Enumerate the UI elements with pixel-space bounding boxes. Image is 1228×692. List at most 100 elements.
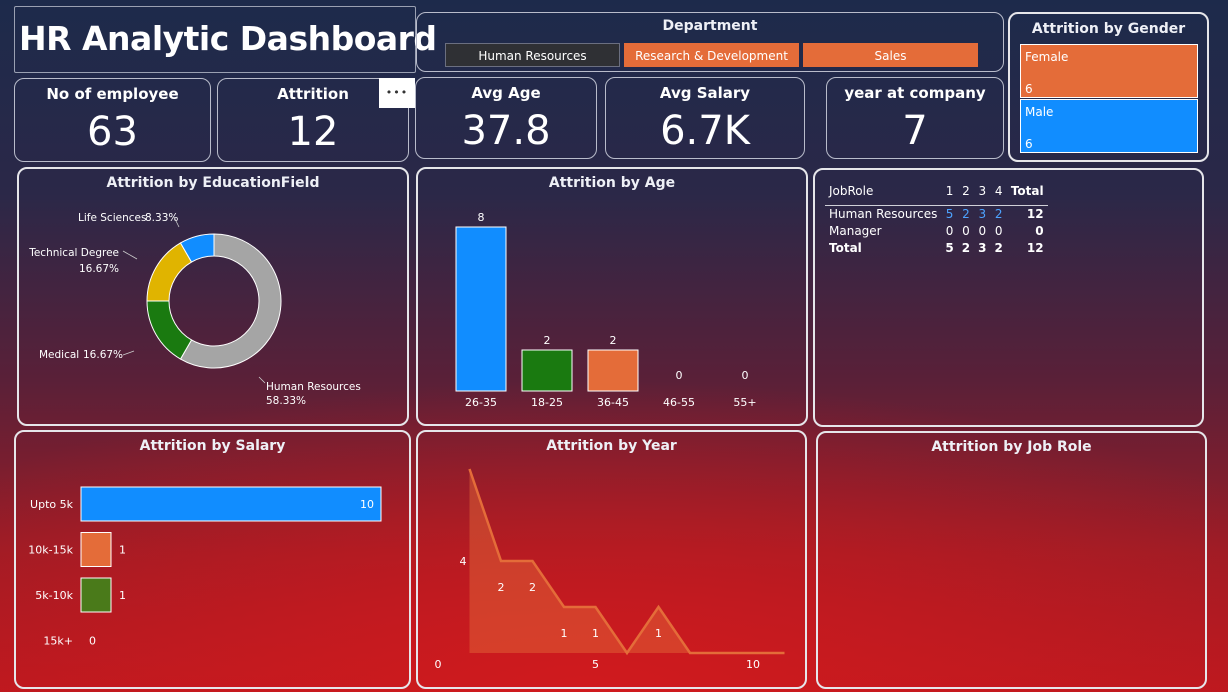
kpi-avg-age-label: Avg Age [471, 84, 541, 102]
matrix-row[interactable]: Human Resources 5 2 3 2 12 [825, 204, 1048, 222]
salary-panel: Attrition by Salary Upto 5k 10 10k-15k 1 5k-… [14, 430, 411, 689]
salary-bar [80, 532, 112, 567]
jobrole-matrix-panel: JobRole 1 2 3 4 Total Human Resources 5 2 3 2 12 Man… [813, 168, 1204, 427]
year-point-label: 2 [498, 581, 505, 594]
matrix-cell: 0 [994, 223, 1003, 238]
matrix-header-cell: 3 [978, 183, 987, 198]
year-point-label: 4 [460, 555, 467, 568]
age-bar-36-45 [587, 349, 639, 392]
matrix-cell: 5 [941, 204, 958, 222]
matrix-cell: 2 [961, 240, 971, 255]
kpi-employees-value: 63 [87, 109, 138, 155]
slicer-option-human-resources[interactable]: Human Resources [445, 43, 620, 67]
year-axis-tick: 0 [435, 658, 442, 671]
matrix-header-cell: 4 [994, 183, 1003, 198]
donut-label-hr-name: Human Resources [266, 381, 361, 393]
age-bar-value: 8 [478, 211, 485, 224]
donut-slice-medical [146, 300, 193, 360]
matrix-cell: 3 [978, 240, 987, 255]
gender-value-male: 6 [1025, 137, 1033, 151]
age-axis-tick: 36-45 [597, 396, 629, 409]
salary-bar-value: 1 [119, 589, 126, 602]
donut-label-tech-name: Technical Degree [28, 247, 119, 259]
salary-bar-value: 0 [89, 635, 96, 648]
age-bar-value: 2 [610, 334, 617, 347]
matrix-cell: 5 [945, 240, 954, 255]
kpi-avg-salary-value: 6.7K [660, 108, 750, 154]
education-donut-chart: Human Resources 58.33% Medical 16.67% Techni… [28, 212, 361, 407]
age-axis-tick: 18-25 [531, 396, 563, 409]
kpi-attrition-value: 12 [287, 109, 339, 155]
gender-label-female: Female [1025, 50, 1069, 64]
department-slicer: Department Human Resources Research & De… [416, 12, 1004, 72]
matrix-row[interactable]: Manager 0 0 0 0 0 [825, 222, 1048, 239]
matrix-row[interactable]: Total 5 2 3 2 12 [825, 239, 1048, 256]
title-panel: HR Analytic Dashboard [14, 6, 437, 73]
kpi-avg-salary-label: Avg Salary [659, 84, 751, 102]
kpi-avg-age-value: 37.8 [461, 108, 551, 154]
year-axis-tick: 10 [746, 658, 760, 671]
age-axis-tick: 26-35 [465, 396, 497, 409]
matrix-header-cell: JobRole [829, 183, 874, 198]
gender-bar-female[interactable]: Female 6 [1020, 44, 1198, 98]
age-bar-value: 0 [742, 369, 749, 382]
donut-leader-line [258, 376, 266, 384]
matrix-cell: Human Resources [825, 204, 942, 222]
donut-leader-line [122, 350, 135, 356]
matrix-cell: 2 [990, 204, 1007, 222]
salary-bar [80, 577, 112, 613]
year-point-label: 1 [655, 627, 662, 640]
age-bar-26-35 [455, 226, 507, 392]
salary-bar-chart: Upto 5k 10 10k-15k 1 5k-10k 1 15k+ 0 [28, 486, 382, 648]
kpi-years-label: year at company [844, 84, 986, 102]
matrix-cell: 0 [1035, 223, 1044, 238]
slicer-option-sales[interactable]: Sales [803, 43, 978, 67]
jobrole-chart-panel: Attrition by Job Role [816, 431, 1207, 689]
donut-slice-technical-degree [146, 242, 193, 302]
matrix-header-cell: Total [1010, 183, 1044, 198]
slicer-option-research-development[interactable]: Research & Development [624, 43, 799, 67]
department-slicer-title: Department [662, 18, 758, 34]
matrix-cell: 12 [1006, 204, 1048, 222]
age-bar-value: 2 [544, 334, 551, 347]
gender-bar-male[interactable]: Male 6 [1020, 99, 1198, 153]
matrix-cell: 0 [945, 223, 954, 238]
year-point-label: 2 [529, 581, 536, 594]
gender-value-female: 6 [1025, 82, 1033, 96]
donut-label-hr-pct: 58.33% [266, 395, 306, 407]
kpi-years: year at company 7 [826, 77, 1004, 159]
donut-label-medical-pct: 16.67% [83, 349, 123, 361]
kpi-years-value: 7 [902, 108, 928, 154]
matrix-header-cell: 1 [945, 183, 954, 198]
year-area-chart: 42 21 1 10 5 10 [435, 468, 785, 671]
matrix-cell: 0 [978, 223, 987, 238]
kpi-avg-age: Avg Age 37.8 [415, 77, 597, 159]
salary-bar-value: 1 [119, 544, 126, 557]
donut-label-life-name: Life Sciences [78, 212, 146, 224]
salary-axis-label: 5k-10k [35, 589, 73, 602]
education-panel: Attrition by EducationField Human Resour… [17, 167, 409, 426]
age-bar-value: 0 [676, 369, 683, 382]
age-bar-18-25 [521, 349, 573, 392]
age-axis-tick: 55+ [733, 396, 756, 409]
year-point-label: 1 [561, 627, 568, 640]
gender-label-male: Male [1025, 105, 1054, 119]
kpi-employees: No of employee 63 [14, 78, 211, 162]
matrix-header-cell: 2 [962, 183, 970, 198]
salary-bar [80, 486, 382, 522]
kpi-avg-salary: Avg Salary 6.7K [605, 77, 805, 159]
salary-axis-label: 15k+ [43, 635, 73, 648]
more-options-button[interactable]: ••• [379, 78, 415, 108]
jobrole-matrix: JobRole 1 2 3 4 Total Human Resources 5 2 3 2 12 Man… [825, 182, 1048, 256]
jobrole-chart-title: Attrition by Job Role [931, 439, 1092, 455]
donut-leader-line [122, 250, 138, 260]
gender-panel: Attrition by Gender Female 6 Male 6 [1008, 12, 1209, 162]
matrix-cell: 0 [962, 223, 970, 238]
age-axis-tick: 46-55 [663, 396, 695, 409]
age-bar-chart: 8 26-35 2 18-25 2 36-45 0 46-55 0 55+ [455, 211, 757, 409]
donut-label-tech-pct: 16.67% [79, 263, 119, 275]
year-axis-tick: 5 [592, 658, 599, 671]
matrix-cell: Total [829, 240, 862, 255]
matrix-cell: 2 [994, 240, 1003, 255]
matrix-cell: 3 [974, 204, 991, 222]
